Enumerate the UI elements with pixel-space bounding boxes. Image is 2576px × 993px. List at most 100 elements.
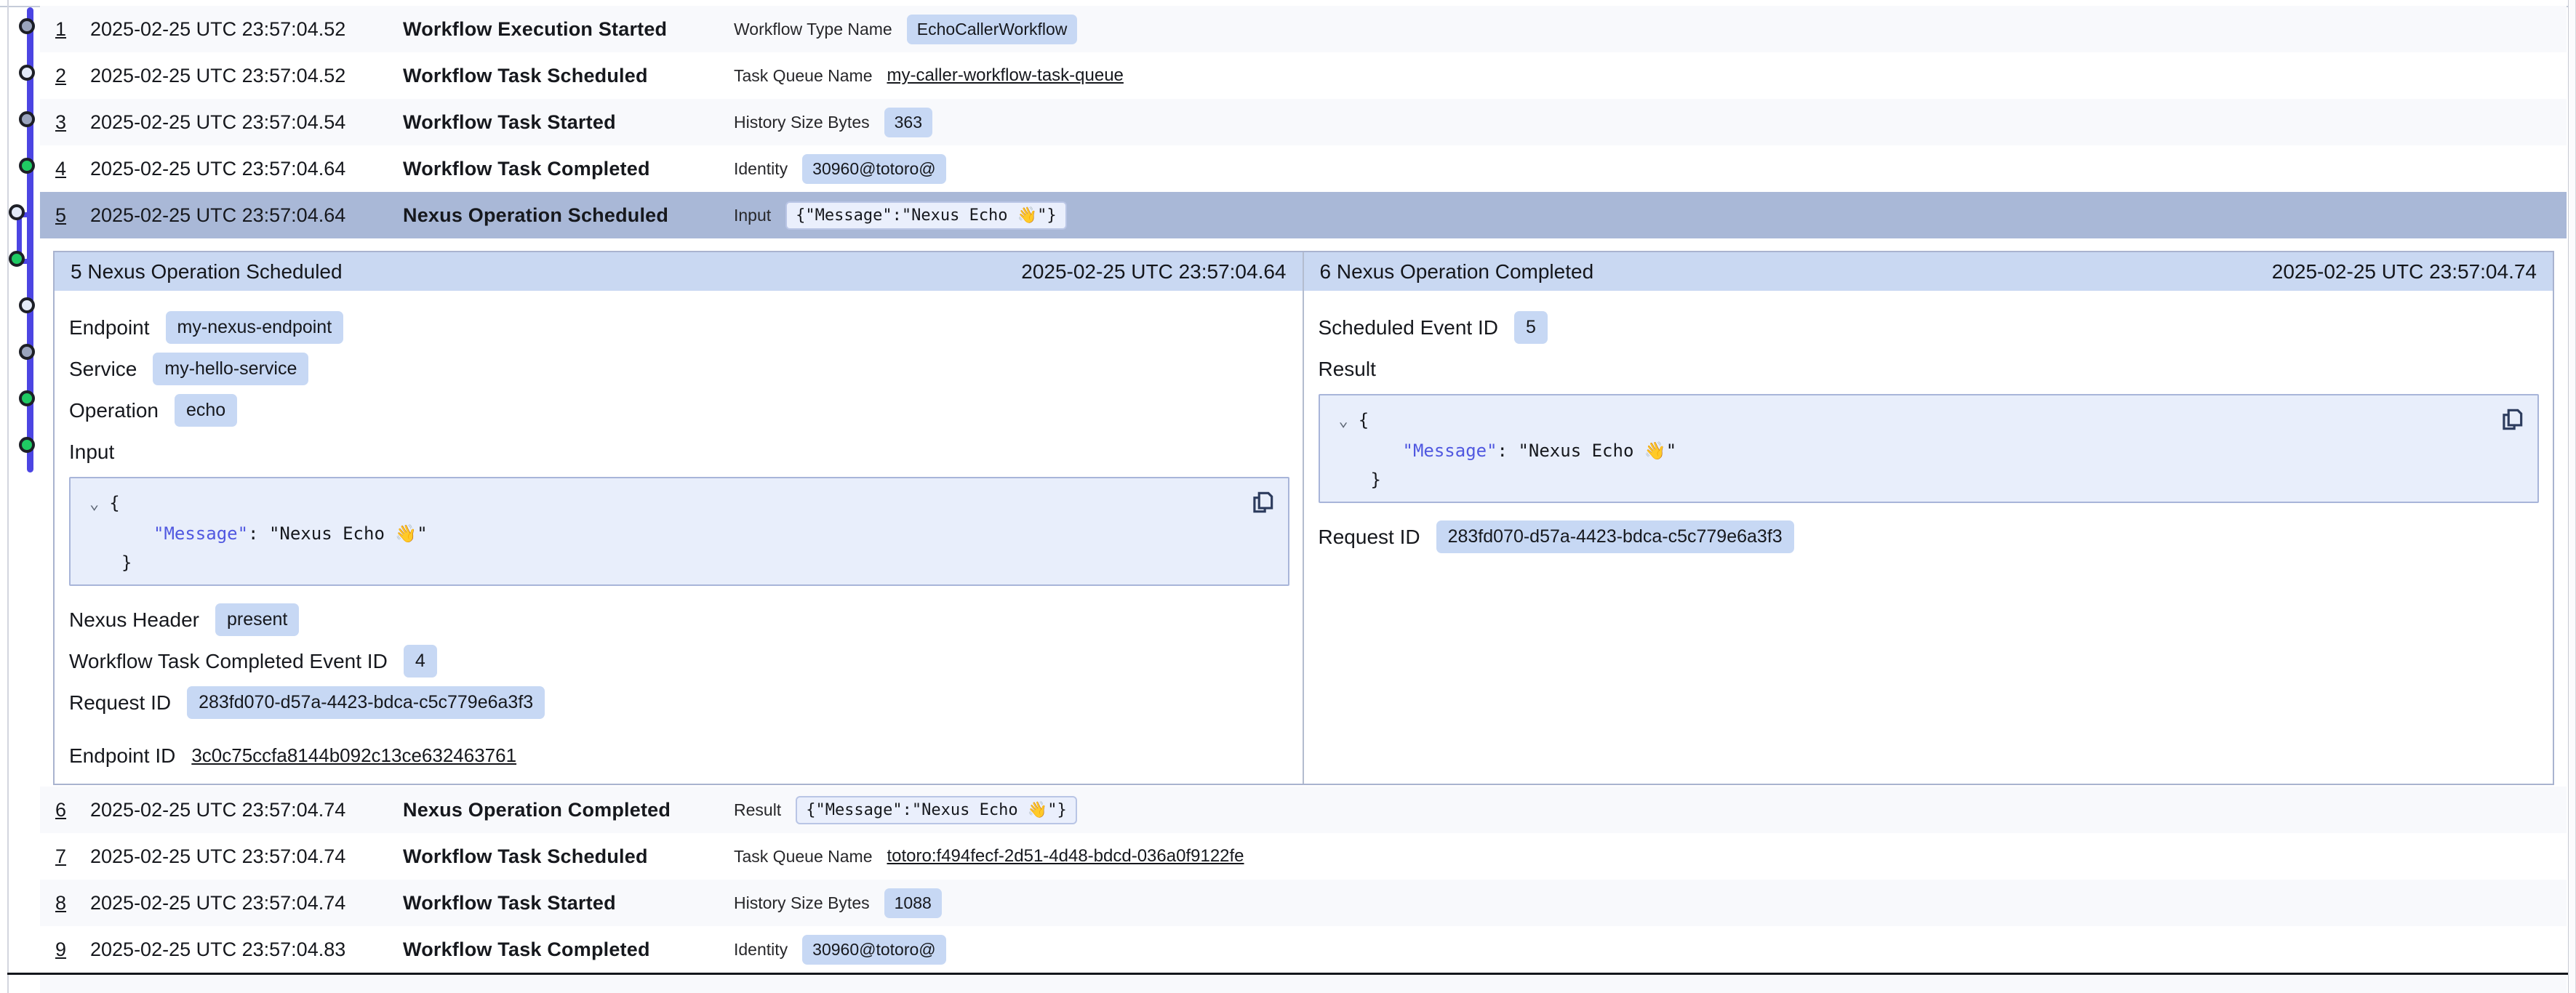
event-name: Workflow Execution Started — [403, 18, 734, 41]
field-value-badge: 4 — [404, 645, 437, 678]
attr-value-json-chip: {"Message":"Nexus Echo 👋"} — [785, 201, 1067, 230]
timeline-dot[interactable] — [19, 390, 35, 406]
timeline-dot[interactable] — [19, 297, 35, 313]
json-brace: } — [1371, 470, 1381, 490]
event-row[interactable]: 1 2025-02-25 UTC 23:57:04.52 Workflow Ex… — [40, 6, 2567, 52]
vertical-scrollbar[interactable] — [2568, 0, 2576, 993]
panel-body: Endpoint my-nexus-endpoint Service my-he… — [55, 291, 1303, 776]
task-queue-link[interactable]: totoro:f494fecf-2d51-4d48-bdcd-036a0f912… — [887, 846, 1244, 867]
table-bottom-border — [7, 973, 2569, 975]
event-row[interactable]: 7 2025-02-25 UTC 23:57:04.74 Workflow Ta… — [40, 833, 2567, 880]
copy-icon[interactable] — [1249, 489, 1276, 516]
panel-title: 6 Nexus Operation Completed — [1320, 260, 1594, 284]
panel-header: 6 Nexus Operation Completed 2025-02-25 U… — [1304, 252, 2553, 291]
event-id-link[interactable]: 4 — [55, 158, 90, 180]
attr-value-badge: EchoCallerWorkflow — [907, 15, 1078, 44]
event-detail-card: 5 Nexus Operation Scheduled 2025-02-25 U… — [53, 251, 2554, 785]
event-row[interactable]: 9 2025-02-25 UTC 23:57:04.83 Workflow Ta… — [40, 926, 2567, 973]
event-id-link[interactable]: 9 — [55, 938, 90, 961]
attr-label: Task Queue Name — [734, 847, 872, 867]
field-label: Workflow Task Completed Event ID — [69, 650, 388, 673]
json-sep: : — [248, 523, 269, 544]
event-row-selected[interactable]: 5 2025-02-25 UTC 23:57:04.64 Nexus Opera… — [40, 192, 2567, 238]
json-value: "Nexus Echo 👋" — [1518, 441, 1676, 461]
panel-timestamp: 2025-02-25 UTC 23:57:04.74 — [2272, 260, 2537, 284]
timeline — [0, 0, 44, 509]
collapse-chevron-icon[interactable]: ⌄ — [1339, 412, 1348, 430]
json-brace: { — [1359, 410, 1369, 430]
attr-label: History Size Bytes — [734, 113, 870, 132]
field-label: Service — [69, 358, 137, 381]
json-brace: { — [109, 493, 119, 513]
field-label: Request ID — [69, 691, 171, 715]
panel-timestamp: 2025-02-25 UTC 23:57:04.64 — [1021, 260, 1286, 284]
event-name: Workflow Task Completed — [403, 938, 734, 961]
field-value-badge: my-nexus-endpoint — [166, 311, 344, 344]
event-id-link[interactable]: 1 — [55, 18, 90, 41]
event-row[interactable]: 2 2025-02-25 UTC 23:57:04.52 Workflow Ta… — [40, 52, 2567, 99]
field-value-badge: 283fd070-d57a-4423-bdca-c5c779e6a3f3 — [1436, 520, 1794, 553]
field-label: Result — [1319, 358, 1376, 381]
attr-value-badge: 1088 — [884, 888, 942, 918]
field-label: Nexus Header — [69, 608, 199, 632]
field-label: Endpoint ID — [69, 744, 175, 768]
timeline-dot[interactable] — [19, 437, 35, 453]
event-detail-panel-scheduled: 5 Nexus Operation Scheduled 2025-02-25 U… — [55, 252, 1304, 784]
panel-title: 5 Nexus Operation Scheduled — [71, 260, 343, 284]
timeline-dot[interactable] — [9, 251, 25, 267]
event-name: Workflow Task Started — [403, 892, 734, 914]
field-value-badge: my-hello-service — [153, 353, 308, 385]
event-timestamp: 2025-02-25 UTC 23:57:04.54 — [90, 111, 403, 134]
panel-header: 5 Nexus Operation Scheduled 2025-02-25 U… — [55, 252, 1303, 291]
event-name: Workflow Task Scheduled — [403, 65, 734, 87]
panel-body: Scheduled Event ID 5 Result ⌄{ "Message"… — [1304, 291, 2553, 558]
event-row[interactable]: 3 2025-02-25 UTC 23:57:04.54 Workflow Ta… — [40, 99, 2567, 145]
field-value-badge: 5 — [1514, 311, 1548, 344]
event-id-link[interactable]: 3 — [55, 111, 90, 134]
attr-label: Input — [734, 206, 771, 225]
event-row[interactable]: 4 2025-02-25 UTC 23:57:04.64 Workflow Ta… — [40, 145, 2567, 192]
attr-value-json-chip: {"Message":"Nexus Echo 👋"} — [796, 796, 1077, 824]
event-id-link[interactable]: 7 — [55, 845, 90, 868]
event-detail-panel-completed: 6 Nexus Operation Completed 2025-02-25 U… — [1304, 252, 2553, 784]
attr-label: Result — [734, 800, 781, 820]
timeline-dot[interactable] — [19, 158, 35, 174]
workflow-history-view: 1 2025-02-25 UTC 23:57:04.52 Workflow Ex… — [0, 0, 2576, 993]
timeline-dot[interactable] — [19, 344, 35, 360]
event-id-link[interactable]: 2 — [55, 65, 90, 87]
attr-label: Identity — [734, 159, 788, 179]
timeline-dot[interactable] — [19, 111, 35, 127]
timeline-dot[interactable] — [19, 65, 35, 81]
event-row[interactable]: 8 2025-02-25 UTC 23:57:04.74 Workflow Ta… — [40, 880, 2567, 926]
json-viewer-result: ⌄ { "Message": "Nexus Echo 👋" } — [1319, 394, 2539, 503]
event-timestamp: 2025-02-25 UTC 23:57:04.74 — [90, 845, 403, 868]
event-name: Workflow Task Started — [403, 111, 734, 134]
attr-label: Workflow Type Name — [734, 20, 892, 39]
event-timestamp: 2025-02-25 UTC 23:57:04.52 — [90, 65, 403, 87]
event-id-link[interactable]: 5 — [55, 204, 90, 227]
field-label: Operation — [69, 399, 159, 422]
json-key: "Message" — [1403, 441, 1497, 461]
json-sep: : — [1497, 441, 1519, 461]
json-value: "Nexus Echo 👋" — [269, 523, 428, 544]
field-label: Input — [69, 441, 114, 464]
collapse-chevron-icon[interactable]: ⌄ — [89, 495, 99, 513]
timeline-dot[interactable] — [9, 204, 25, 220]
next-row-partial — [40, 976, 2567, 993]
attr-value-badge: 363 — [884, 108, 932, 137]
json-key: "Message" — [153, 523, 248, 544]
task-queue-link[interactable]: my-caller-workflow-task-queue — [887, 65, 1123, 86]
event-id-link[interactable]: 8 — [55, 892, 90, 914]
event-name: Nexus Operation Completed — [403, 799, 734, 821]
event-timestamp: 2025-02-25 UTC 23:57:04.74 — [90, 799, 403, 821]
attr-label: Task Queue Name — [734, 66, 872, 86]
event-id-link[interactable]: 6 — [55, 799, 90, 821]
copy-icon[interactable] — [2498, 406, 2526, 433]
timeline-dot[interactable] — [19, 18, 35, 34]
endpoint-id-link[interactable]: 3c0c75ccfa8144b092c13ce632463761 — [191, 744, 516, 767]
event-timestamp: 2025-02-25 UTC 23:57:04.52 — [90, 18, 403, 41]
event-timestamp: 2025-02-25 UTC 23:57:04.74 — [90, 892, 403, 914]
attr-label: History Size Bytes — [734, 893, 870, 913]
event-row[interactable]: 6 2025-02-25 UTC 23:57:04.74 Nexus Opera… — [40, 787, 2567, 833]
field-value-badge: echo — [175, 394, 237, 427]
